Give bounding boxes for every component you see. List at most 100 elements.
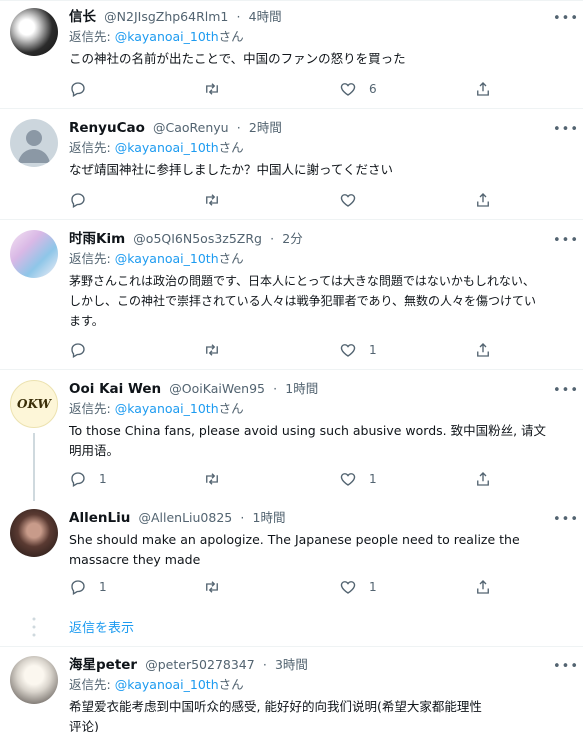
retweet-icon xyxy=(206,194,218,206)
show-replies-row[interactable]: 返信を表示 xyxy=(0,611,583,645)
avatar[interactable] xyxy=(10,119,58,167)
time-separator: · xyxy=(270,231,275,246)
more-options-icon[interactable]: ••• xyxy=(553,660,578,678)
share-icon xyxy=(477,580,489,594)
tweet-actions: 1 1 xyxy=(69,469,509,489)
time-separator: · xyxy=(273,381,278,396)
share-button[interactable] xyxy=(474,340,492,360)
user-name[interactable]: AllenLiu xyxy=(69,510,130,526)
like-count: 1 xyxy=(369,472,377,486)
tweet-2[interactable]: RenyuCao @CaoRenyu · 2時間 返信先: @kayanoai_… xyxy=(0,109,583,219)
reply-count: 1 xyxy=(99,472,107,486)
retweet-button[interactable] xyxy=(203,340,233,360)
user-handle[interactable]: @peter50278347 xyxy=(145,657,254,672)
like-button[interactable]: 1 xyxy=(339,340,377,360)
more-options-icon[interactable]: ••• xyxy=(553,234,578,252)
tweet-time[interactable]: 4時間 xyxy=(249,9,282,24)
tweet-actions xyxy=(69,190,509,210)
heart-icon xyxy=(340,344,356,357)
retweet-icon xyxy=(206,581,218,593)
avatar[interactable] xyxy=(10,509,58,557)
tweet-4[interactable]: OKW Ooi Kai Wen @OoiKaiWen95 · 1時間 返信先: … xyxy=(0,370,583,501)
user-handle[interactable]: @CaoRenyu xyxy=(153,120,229,135)
retweet-button[interactable] xyxy=(203,190,233,210)
tweet-text-line: しかし、この神社で崇拝されている人々は戦争犯罪者であり、無数の人々を傷つけてい xyxy=(69,294,537,308)
avatar[interactable]: OKW xyxy=(10,380,58,428)
tweet-header: RenyuCao @CaoRenyu · 2時間 xyxy=(69,118,571,138)
share-button[interactable] xyxy=(474,190,492,210)
like-count: 1 xyxy=(369,580,377,594)
tweet-6[interactable]: 海星peter @peter50278347 · 3時間 返信先: @kayan… xyxy=(0,647,583,732)
user-handle[interactable]: @OoiKaiWen95 xyxy=(169,381,265,396)
tweet-text: To those China fans, please avoid using … xyxy=(69,421,571,461)
avatar[interactable] xyxy=(10,8,58,56)
tweet-3[interactable]: 时雨Kim @o5QI6N5os3z5ZRg · 2分 返信先: @kayano… xyxy=(0,220,583,369)
tweet-time[interactable]: 2時間 xyxy=(249,120,282,135)
avatar[interactable] xyxy=(10,230,58,278)
share-button[interactable] xyxy=(474,469,492,489)
share-icon xyxy=(477,82,489,96)
tweet-time[interactable]: 2分 xyxy=(282,231,302,246)
tweet-time[interactable]: 3時間 xyxy=(275,657,308,672)
time-separator: · xyxy=(236,120,241,135)
user-handle[interactable]: @AllenLiu0825 xyxy=(138,510,232,525)
tweet-text: 希望爱衣能考虑到中国听众的感受, 能好好的向我们说明(希望大家都能理性 评论) xyxy=(69,697,571,732)
reply-context: 返信先: @kayanoai_10thさん xyxy=(69,675,571,695)
like-button[interactable] xyxy=(339,190,369,210)
reply-button[interactable]: 1 xyxy=(69,469,107,489)
tweet-time[interactable]: 1時間 xyxy=(285,381,318,396)
user-name[interactable]: 信长 xyxy=(69,9,96,25)
tweet-5[interactable]: AllenLiu @AllenLiu0825 · 1時間 She should … xyxy=(0,501,583,611)
tweet-1[interactable]: 信长 @N2JIsgZhp64Rlm1 · 4時間 返信先: @kayanoai… xyxy=(0,0,583,108)
show-replies-link[interactable]: 返信を表示 xyxy=(69,617,134,636)
heart-icon xyxy=(340,581,356,594)
reply-context: 返信先: @kayanoai_10thさん xyxy=(69,249,571,269)
time-separator: · xyxy=(236,9,241,24)
reply-to-link[interactable]: @kayanoai_10th xyxy=(115,140,219,155)
retweet-button[interactable] xyxy=(203,79,233,99)
user-handle[interactable]: @N2JIsgZhp64Rlm1 xyxy=(104,9,228,24)
retweet-icon xyxy=(206,473,218,485)
heart-icon xyxy=(340,194,356,207)
tweet-time[interactable]: 1時間 xyxy=(253,510,286,525)
reply-to-link[interactable]: @kayanoai_10th xyxy=(115,677,219,692)
like-button[interactable]: 6 xyxy=(339,79,377,99)
reply-context: 返信先: @kayanoai_10thさん xyxy=(69,27,571,47)
like-count: 6 xyxy=(369,82,377,96)
tweet-text-line: massacre they made xyxy=(69,552,201,567)
reply-to-link[interactable]: @kayanoai_10th xyxy=(115,401,219,416)
like-button[interactable]: 1 xyxy=(339,577,377,597)
reply-prefix: 返信先: xyxy=(69,140,111,155)
user-name[interactable]: Ooi Kai Wen xyxy=(69,381,161,397)
reply-button[interactable] xyxy=(69,340,99,360)
reply-button[interactable] xyxy=(69,190,99,210)
time-separator: · xyxy=(262,657,267,672)
tweet-text-line: 茅野さんこれは政治の問題です、日本人にとっては大きな問題ではないかもしれない、 xyxy=(69,274,535,288)
tweet-header: 信长 @N2JIsgZhp64Rlm1 · 4時間 xyxy=(69,7,571,27)
user-handle[interactable]: @o5QI6N5os3z5ZRg xyxy=(133,231,262,246)
tweet-header: 海星peter @peter50278347 · 3時間 xyxy=(69,655,571,675)
like-button[interactable]: 1 xyxy=(339,469,377,489)
user-name[interactable]: RenyuCao xyxy=(69,120,145,136)
tweet-text-line: ます。 xyxy=(69,314,104,328)
reply-to-link[interactable]: @kayanoai_10th xyxy=(115,251,219,266)
avatar[interactable] xyxy=(10,656,58,704)
reply-prefix: 返信先: xyxy=(69,677,111,692)
reply-button[interactable] xyxy=(69,79,99,99)
retweet-button[interactable] xyxy=(203,577,233,597)
more-options-icon[interactable]: ••• xyxy=(553,123,578,141)
share-button[interactable] xyxy=(474,79,492,99)
more-options-icon[interactable]: ••• xyxy=(553,513,578,531)
reply-icon xyxy=(71,82,85,97)
user-name[interactable]: 时雨Kim xyxy=(69,231,125,247)
tweet-header: Ooi Kai Wen @OoiKaiWen95 · 1時間 xyxy=(69,379,571,399)
reply-suffix: さん xyxy=(218,401,244,416)
more-options-icon[interactable]: ••• xyxy=(553,384,578,402)
share-button[interactable] xyxy=(474,577,492,597)
user-name[interactable]: 海星peter xyxy=(69,657,137,673)
reply-button[interactable]: 1 xyxy=(69,577,107,597)
retweet-button[interactable] xyxy=(203,469,233,489)
tweet-text-line: To those China fans, please avoid using … xyxy=(69,423,547,438)
more-options-icon[interactable]: ••• xyxy=(553,12,578,30)
reply-to-link[interactable]: @kayanoai_10th xyxy=(115,29,219,44)
